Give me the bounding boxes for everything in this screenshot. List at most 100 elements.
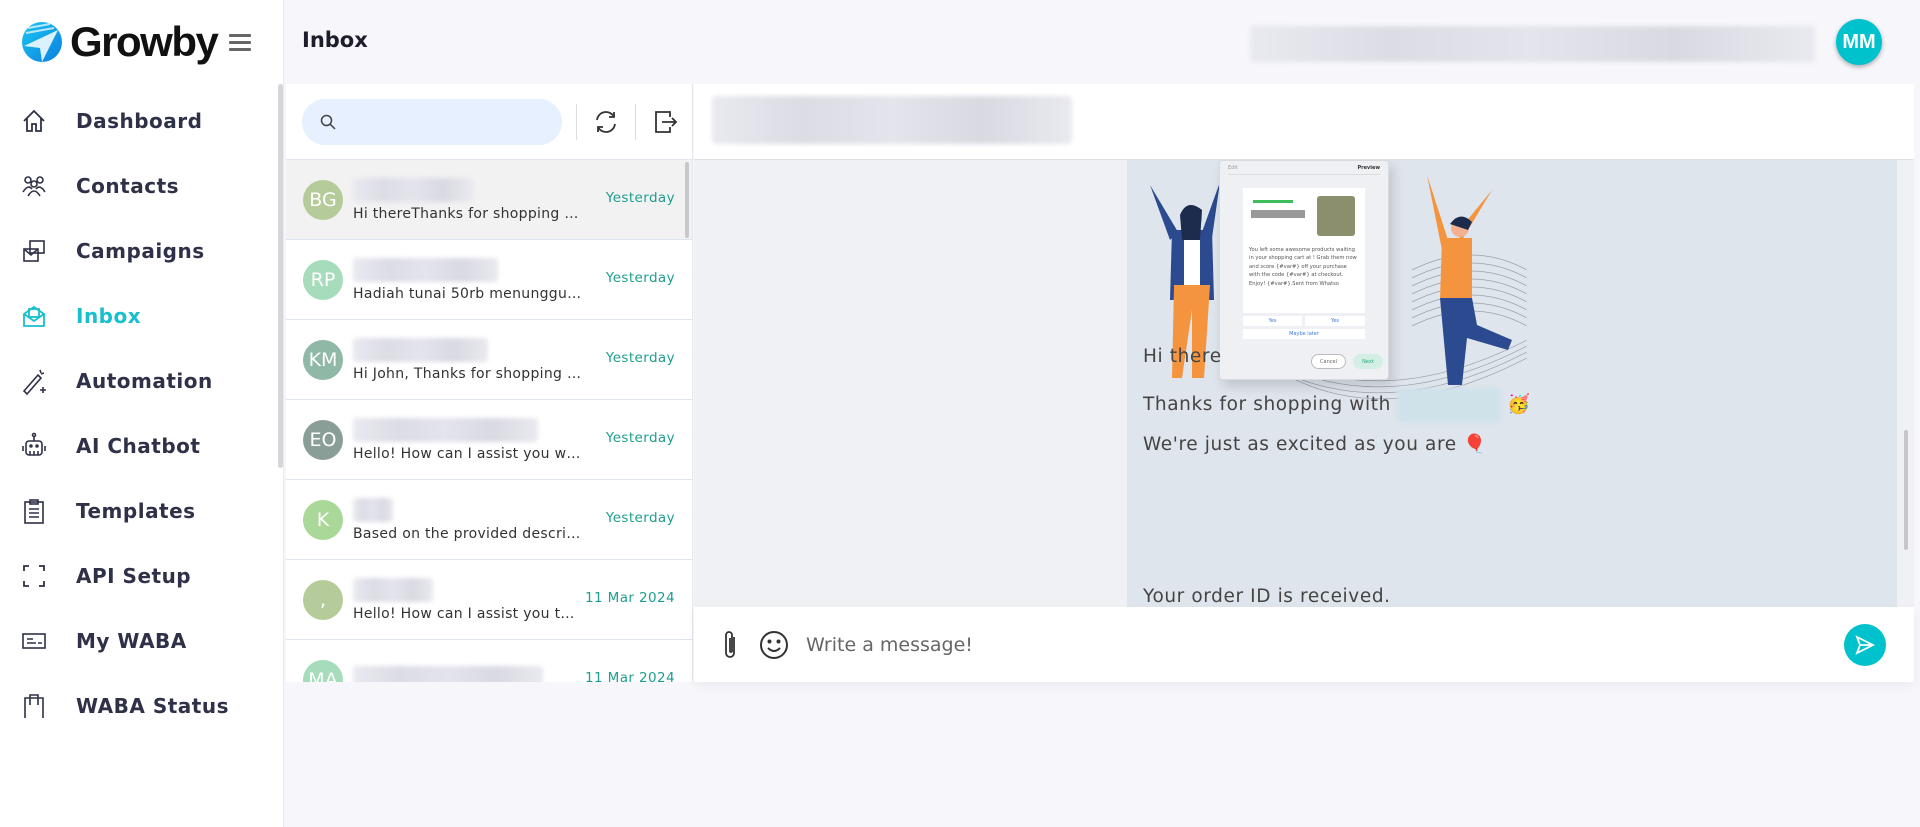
card-icon bbox=[22, 632, 46, 649]
preview-card-button-2: Yes bbox=[1305, 316, 1365, 326]
refresh-button[interactable] bbox=[591, 107, 621, 137]
preview-card-next: Next bbox=[1353, 354, 1383, 369]
send-button[interactable] bbox=[1844, 624, 1886, 666]
preview-card-edit-tab: Edit bbox=[1228, 165, 1238, 171]
menu-toggle-icon[interactable] bbox=[229, 30, 252, 55]
conversation-date: Yesterday bbox=[605, 430, 675, 446]
message-text-order: Your order ID is received. bbox=[1143, 586, 1391, 607]
chat-header bbox=[694, 84, 1914, 160]
conversation-item[interactable]: KM Hi John, Thanks for shopping with Yeste… bbox=[286, 320, 692, 400]
sidebar-item-label: Contacts bbox=[76, 173, 180, 198]
sidebar-item-dashboard[interactable]: Dashboard bbox=[0, 88, 278, 153]
conversation-item[interactable]: K Based on the provided description Yester… bbox=[286, 480, 692, 560]
paperclip-icon[interactable] bbox=[718, 629, 742, 661]
emoji-icon[interactable] bbox=[758, 629, 790, 661]
preview-card-cancel: Cancel bbox=[1311, 354, 1346, 369]
robot-icon bbox=[22, 432, 46, 456]
redacted-contact-name bbox=[353, 337, 488, 362]
sidebar-item-inbox[interactable]: Inbox bbox=[0, 283, 278, 348]
campaign-icon bbox=[23, 239, 45, 262]
balloon-emoji: 🎈 bbox=[1463, 434, 1487, 455]
chat-messages: Edit Preview You left some awesome produ… bbox=[694, 160, 1914, 607]
redacted-contact-name bbox=[353, 497, 393, 522]
sidebar-item-label: Templates bbox=[76, 498, 196, 523]
status-icon bbox=[24, 693, 44, 718]
sidebar-scrollbar[interactable] bbox=[278, 84, 283, 468]
conversation-body: Hello! How can I assist you today bbox=[353, 577, 583, 622]
conversation-item[interactable]: EO Hello! How can I assist you with Yester… bbox=[286, 400, 692, 480]
divider bbox=[1228, 174, 1380, 175]
message-preview: Based on the provided description bbox=[353, 525, 583, 542]
growby-logo-icon bbox=[22, 22, 62, 62]
message-text: We're just as excited as you are bbox=[1143, 434, 1457, 455]
sidebar-item-api-setup[interactable]: API Setup bbox=[0, 543, 278, 608]
sidebar-item-label: Dashboard bbox=[76, 108, 203, 133]
list-scrollbar[interactable] bbox=[685, 162, 689, 238]
party-emoji: 🥳 bbox=[1506, 394, 1531, 415]
clipboard-icon bbox=[24, 498, 44, 524]
logo[interactable]: Growby bbox=[20, 18, 252, 66]
sidebar-item-label: AI Chatbot bbox=[76, 433, 201, 458]
sidebar-item-ai-chatbot[interactable]: AI Chatbot bbox=[0, 413, 278, 478]
message-text-excited: We're just as excited as you are 🎈 bbox=[1143, 433, 1487, 455]
redacted-contact-name bbox=[353, 177, 473, 202]
contact-avatar: BG bbox=[303, 179, 343, 220]
conversation-list: BG Hi thereThanks for shopping with Yester… bbox=[286, 84, 693, 682]
search-input[interactable] bbox=[346, 113, 546, 130]
preview-card-button-3: Maybe later bbox=[1243, 329, 1365, 339]
redacted-brand bbox=[1396, 388, 1501, 422]
chat-scrollbar[interactable] bbox=[1904, 430, 1908, 550]
conversation-date: Yesterday bbox=[605, 190, 675, 206]
conversation-date: 11 Mar 2024 bbox=[585, 590, 675, 606]
conversation-item[interactable]: MA 11 Mar 2024 bbox=[286, 640, 692, 682]
sidebar-item-campaigns[interactable]: Campaigns bbox=[0, 218, 278, 283]
exit-icon bbox=[655, 110, 678, 133]
message-preview: Hi thereThanks for shopping with bbox=[353, 205, 583, 222]
sidebar-item-label: Automation bbox=[76, 368, 213, 393]
sidebar-item-automation[interactable]: Automation bbox=[0, 348, 278, 413]
preview-card-logo bbox=[1253, 200, 1293, 203]
sidebar-item-contacts[interactable]: Contacts bbox=[0, 153, 278, 218]
conversation-rows: BG Hi thereThanks for shopping with Yester… bbox=[286, 160, 692, 682]
redacted-contact-name bbox=[353, 257, 498, 282]
search-icon bbox=[320, 114, 336, 130]
message-text-thanks: Thanks for shopping with 🥳 bbox=[1143, 388, 1531, 422]
preview-card-body: You left some awesome products waiting i… bbox=[1249, 247, 1357, 287]
conversation-item[interactable]: BG Hi thereThanks for shopping with Yester… bbox=[286, 160, 692, 240]
frame-icon bbox=[23, 564, 45, 587]
preview-card-message: You left some awesome products waiting i… bbox=[1243, 188, 1365, 313]
message-preview: Hello! How can I assist you with bbox=[353, 445, 583, 462]
conversation-body bbox=[353, 665, 583, 682]
contact-avatar: , bbox=[303, 579, 343, 620]
conversation-date: Yesterday bbox=[605, 270, 675, 286]
message-text: Thanks for shopping with bbox=[1143, 394, 1391, 415]
contact-avatar: RP bbox=[303, 259, 343, 300]
message-input[interactable] bbox=[806, 633, 1806, 656]
preview-card-headline bbox=[1251, 210, 1305, 218]
users-icon bbox=[22, 175, 46, 196]
divider bbox=[635, 103, 636, 140]
redacted-contact-name bbox=[353, 577, 433, 602]
message-preview: Hello! How can I assist you today bbox=[353, 605, 583, 622]
exit-button[interactable] bbox=[650, 107, 680, 137]
sidebar-item-waba-status[interactable]: WABA Status bbox=[0, 673, 278, 738]
conversation-body: Hi John, Thanks for shopping with bbox=[353, 337, 583, 382]
sidebar-item-my-waba[interactable]: My WABA bbox=[0, 608, 278, 673]
search-box[interactable] bbox=[302, 98, 562, 145]
redacted-account-info bbox=[1250, 26, 1815, 62]
redacted-contact-name bbox=[353, 417, 538, 442]
home-icon bbox=[23, 109, 45, 132]
conversation-date: Yesterday bbox=[605, 510, 675, 526]
send-icon bbox=[1855, 635, 1875, 655]
sidebar-item-templates[interactable]: Templates bbox=[0, 478, 278, 543]
sidebar-item-label: WABA Status bbox=[76, 693, 229, 718]
redacted-contact-name bbox=[712, 96, 1072, 144]
conversation-item[interactable]: , Hello! How can I assist you today 11 Mar… bbox=[286, 560, 692, 640]
conversation-date: 11 Mar 2024 bbox=[585, 670, 675, 682]
user-avatar[interactable]: MM bbox=[1836, 19, 1882, 65]
conversation-item[interactable]: RP Hadiah tunai 50rb menunggu kamu Yesterd… bbox=[286, 240, 692, 320]
brand-name: Growby bbox=[70, 18, 219, 65]
conversation-body: Based on the provided description bbox=[353, 497, 583, 542]
preview-card-photo bbox=[1317, 196, 1355, 236]
sidebar: Growby Dashboard Contacts Campaigns Inbox Au… bbox=[0, 0, 284, 827]
